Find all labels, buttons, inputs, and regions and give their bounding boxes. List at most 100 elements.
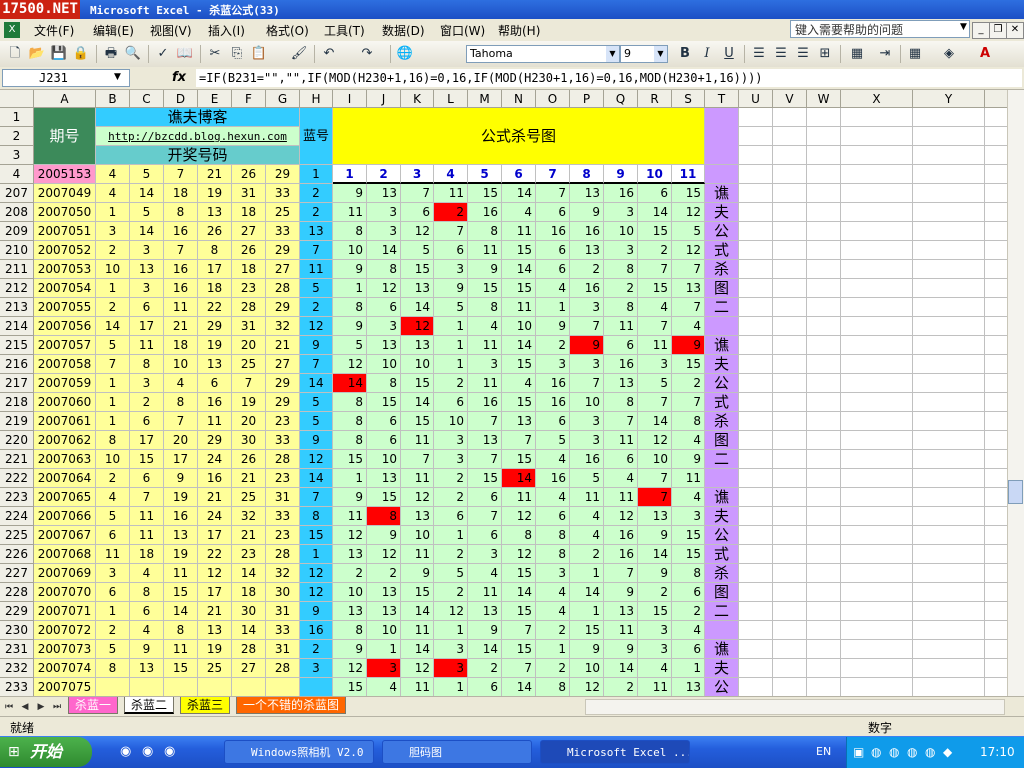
draw-number-cell[interactable]: 7 bbox=[130, 488, 164, 507]
empty-cell[interactable] bbox=[739, 469, 773, 488]
draw-number-cell[interactable]: 26 bbox=[198, 222, 232, 241]
empty-cell[interactable] bbox=[807, 488, 841, 507]
draw-number-cell[interactable]: 23 bbox=[266, 469, 300, 488]
row-header[interactable]: 212 bbox=[0, 279, 34, 298]
kill-number-cell[interactable]: 14 bbox=[401, 298, 434, 317]
kill-number-cell[interactable]: 12 bbox=[367, 545, 401, 564]
kill-number-cell[interactable]: 3 bbox=[604, 203, 638, 222]
draw-number-cell[interactable]: 1 bbox=[96, 279, 130, 298]
draw-number-cell[interactable]: 14 bbox=[232, 621, 266, 640]
kill-number-cell[interactable]: 3 bbox=[570, 431, 604, 450]
draw-number-cell[interactable]: 5 bbox=[130, 203, 164, 222]
empty-cell[interactable] bbox=[913, 393, 985, 412]
kill-number-cell[interactable]: 15 bbox=[502, 279, 536, 298]
draw-number-cell[interactable]: 11 bbox=[198, 412, 232, 431]
draw-number-cell[interactable]: 19 bbox=[164, 488, 198, 507]
kill-number-cell[interactable]: 16 bbox=[536, 374, 570, 393]
kill-number-cell[interactable]: 3 bbox=[604, 241, 638, 260]
empty-cell[interactable] bbox=[841, 203, 913, 222]
kill-number-cell[interactable]: 16 bbox=[536, 222, 570, 241]
empty-cell[interactable] bbox=[773, 222, 807, 241]
kill-number-cell[interactable]: 12 bbox=[604, 507, 638, 526]
kill-number-cell[interactable]: 8 bbox=[333, 393, 367, 412]
draw-number-cell[interactable]: 1 bbox=[96, 374, 130, 393]
kill-number-cell[interactable]: 1 bbox=[333, 469, 367, 488]
draw-number-cell[interactable]: 7 bbox=[96, 355, 130, 374]
empty-cell[interactable] bbox=[841, 336, 913, 355]
empty-cell[interactable] bbox=[913, 374, 985, 393]
underline-icon[interactable]: U bbox=[720, 45, 738, 63]
draw-number-cell[interactable]: 14 bbox=[232, 564, 266, 583]
kill-number-cell[interactable]: 8 bbox=[536, 678, 570, 696]
blue-number-cell[interactable]: 12 bbox=[300, 317, 333, 336]
empty-cell[interactable] bbox=[985, 602, 1007, 621]
empty-cell[interactable] bbox=[739, 488, 773, 507]
empty-cell[interactable] bbox=[913, 602, 985, 621]
language-indicator[interactable]: EN bbox=[816, 745, 831, 758]
column-header[interactable]: C bbox=[130, 90, 164, 108]
draw-number-cell[interactable]: 11 bbox=[164, 640, 198, 659]
kill-number-cell[interactable]: 10 bbox=[570, 393, 604, 412]
empty-cell[interactable] bbox=[807, 108, 841, 127]
kill-number-cell[interactable]: 14 bbox=[401, 640, 434, 659]
draw-number-cell[interactable] bbox=[96, 678, 130, 696]
row-header[interactable]: 231 bbox=[0, 640, 34, 659]
draw-number-cell[interactable]: 14 bbox=[164, 602, 198, 621]
empty-cell[interactable] bbox=[807, 526, 841, 545]
empty-cell[interactable] bbox=[841, 640, 913, 659]
kill-number-cell[interactable]: 14 bbox=[367, 241, 401, 260]
kill-number-hit[interactable]: 12 bbox=[401, 317, 434, 336]
kill-number-cell[interactable]: 10 bbox=[638, 450, 672, 469]
kill-number-cell[interactable]: 2 bbox=[604, 279, 638, 298]
empty-cell[interactable] bbox=[985, 678, 1007, 696]
empty-cell[interactable] bbox=[739, 412, 773, 431]
empty-cell[interactable] bbox=[841, 298, 913, 317]
kill-number-cell[interactable]: 9 bbox=[401, 564, 434, 583]
empty-cell[interactable] bbox=[773, 678, 807, 696]
draw-number-cell[interactable]: 27 bbox=[232, 659, 266, 678]
kill-number-cell[interactable]: 15 bbox=[333, 678, 367, 696]
row-header[interactable]: 207 bbox=[0, 184, 34, 203]
kill-number-cell[interactable]: 14 bbox=[502, 260, 536, 279]
kill-number-cell[interactable]: 8 bbox=[536, 545, 570, 564]
draw-number-cell[interactable]: 1 bbox=[96, 602, 130, 621]
tray-shield-icon[interactable]: ◆ bbox=[943, 745, 952, 759]
draw-number-cell[interactable]: 13 bbox=[130, 260, 164, 279]
empty-cell[interactable] bbox=[913, 203, 985, 222]
kill-number-cell[interactable]: 3 bbox=[434, 260, 468, 279]
empty-cell[interactable] bbox=[773, 260, 807, 279]
quicklaunch-media-icon[interactable]: ◉ bbox=[142, 744, 153, 759]
kill-number-cell[interactable]: 15 bbox=[502, 393, 536, 412]
blue-number-cell[interactable]: 12 bbox=[300, 583, 333, 602]
kill-number-cell[interactable]: 16 bbox=[468, 393, 502, 412]
kill-number-cell[interactable]: 13 bbox=[604, 602, 638, 621]
open-icon[interactable]: 📂 bbox=[28, 45, 46, 63]
empty-cell[interactable] bbox=[739, 298, 773, 317]
kill-number-cell[interactable]: 2 bbox=[638, 583, 672, 602]
empty-cell[interactable] bbox=[913, 564, 985, 583]
draw-number-cell[interactable]: 11 bbox=[130, 336, 164, 355]
empty-cell[interactable] bbox=[807, 564, 841, 583]
kill-number-cell[interactable]: 9 bbox=[672, 450, 705, 469]
draw-number-cell[interactable]: 25 bbox=[232, 488, 266, 507]
tray-network-icon[interactable]: ▣ bbox=[853, 745, 864, 759]
draw-number-cell[interactable]: 17 bbox=[130, 431, 164, 450]
row-header[interactable]: 219 bbox=[0, 412, 34, 431]
empty-cell[interactable] bbox=[913, 488, 985, 507]
empty-cell[interactable] bbox=[739, 241, 773, 260]
draw-number-cell[interactable]: 9 bbox=[164, 469, 198, 488]
chevron-down-icon[interactable]: ▼ bbox=[114, 72, 121, 82]
empty-cell[interactable] bbox=[773, 659, 807, 678]
empty-cell[interactable] bbox=[841, 374, 913, 393]
empty-cell[interactable] bbox=[913, 336, 985, 355]
draw-number-cell[interactable]: 31 bbox=[266, 640, 300, 659]
empty-cell[interactable] bbox=[773, 241, 807, 260]
empty-cell[interactable] bbox=[913, 279, 985, 298]
empty-cell[interactable] bbox=[913, 184, 985, 203]
kill-number-cell[interactable]: 4 bbox=[672, 488, 705, 507]
draw-number-cell[interactable]: 24 bbox=[198, 450, 232, 469]
kill-number-cell[interactable]: 6 bbox=[468, 488, 502, 507]
empty-cell[interactable] bbox=[807, 222, 841, 241]
empty-cell[interactable] bbox=[807, 393, 841, 412]
last-sheet-icon[interactable]: ⏭ bbox=[50, 700, 64, 714]
